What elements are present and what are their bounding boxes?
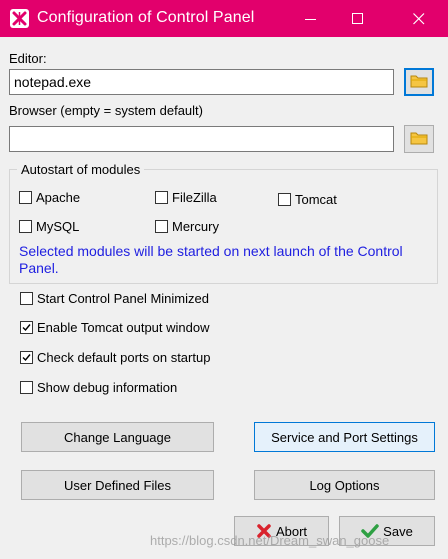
checkbox-box[interactable]	[20, 292, 33, 305]
checkbox-label: Check default ports on startup	[37, 350, 211, 365]
checkbox-box[interactable]	[19, 191, 32, 204]
change-language-button[interactable]: Change Language	[21, 422, 214, 452]
window-title: Configuration of Control Panel	[37, 9, 255, 26]
checkbox-label: Show debug information	[37, 380, 178, 395]
autostart-tomcat-checkbox[interactable]: Tomcat	[278, 192, 337, 207]
minimize-button[interactable]	[288, 0, 334, 37]
checkbox-box[interactable]	[155, 220, 168, 233]
checkbox-label: Apache	[36, 190, 81, 205]
check-ports-checkbox[interactable]: Check default ports on startup	[20, 350, 210, 365]
autostart-filezilla-checkbox[interactable]: FileZilla	[155, 190, 217, 205]
user-defined-files-button[interactable]: User Defined Files	[21, 470, 214, 500]
start-minimized-checkbox[interactable]: Start Control Panel Minimized	[20, 291, 209, 306]
autostart-mysql-checkbox[interactable]: MySQL	[19, 219, 79, 234]
autostart-group-title: Autostart of modules	[17, 162, 145, 177]
editor-browse-button[interactable]	[404, 68, 434, 96]
checkbox-label: FileZilla	[172, 190, 217, 205]
checkbox-box[interactable]	[20, 381, 33, 394]
debug-info-checkbox[interactable]: Show debug information	[20, 380, 177, 395]
checkbox-label: Tomcat	[295, 192, 337, 207]
checkbox-box[interactable]	[19, 220, 32, 233]
maximize-button[interactable]	[335, 0, 381, 37]
xampp-logo-icon	[10, 9, 29, 28]
folder-icon	[410, 74, 428, 91]
autostart-note: Selected modules will be started on next…	[19, 243, 403, 276]
browser-browse-button[interactable]	[404, 125, 434, 153]
editor-input[interactable]: notepad.exe	[9, 69, 394, 95]
checkbox-label: Start Control Panel Minimized	[37, 291, 209, 306]
checkbox-box[interactable]	[20, 321, 33, 334]
service-port-settings-button[interactable]: Service and Port Settings	[254, 422, 435, 452]
tomcat-output-checkbox[interactable]: Enable Tomcat output window	[20, 320, 209, 335]
checkbox-box[interactable]	[155, 191, 168, 204]
autostart-apache-checkbox[interactable]: Apache	[19, 190, 80, 205]
checkmark-icon	[22, 354, 31, 362]
autostart-mercury-checkbox[interactable]: Mercury	[155, 219, 219, 234]
checkbox-label: Mercury	[172, 219, 219, 234]
editor-label: Editor:	[9, 51, 47, 66]
watermark: https://blog.csdn.net/Dream_swan_goose	[150, 533, 390, 548]
checkbox-label: Enable Tomcat output window	[37, 320, 210, 335]
browser-input[interactable]	[9, 126, 394, 152]
log-options-button[interactable]: Log Options	[254, 470, 435, 500]
title-bar: Configuration of Control Panel	[0, 0, 448, 37]
checkbox-label: MySQL	[36, 219, 80, 234]
browser-label: Browser (empty = system default)	[9, 103, 203, 118]
checkmark-icon	[22, 324, 31, 332]
checkbox-box[interactable]	[20, 351, 33, 364]
folder-icon	[410, 131, 428, 148]
close-button[interactable]	[396, 0, 442, 37]
checkbox-box[interactable]	[278, 193, 291, 206]
